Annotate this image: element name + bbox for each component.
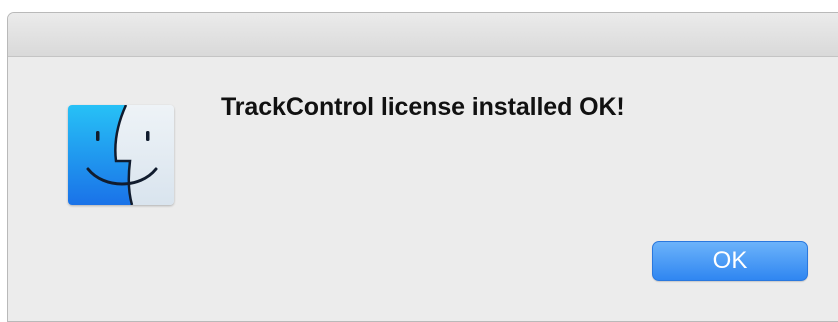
finder-icon	[68, 105, 174, 205]
dialog-content: TrackControl license installed OK! OK	[8, 57, 838, 321]
ok-button[interactable]: OK	[652, 241, 808, 281]
alert-message: TrackControl license installed OK!	[221, 93, 625, 121]
title-bar[interactable]	[8, 13, 838, 57]
alert-dialog: TrackControl license installed OK! OK	[7, 12, 838, 322]
